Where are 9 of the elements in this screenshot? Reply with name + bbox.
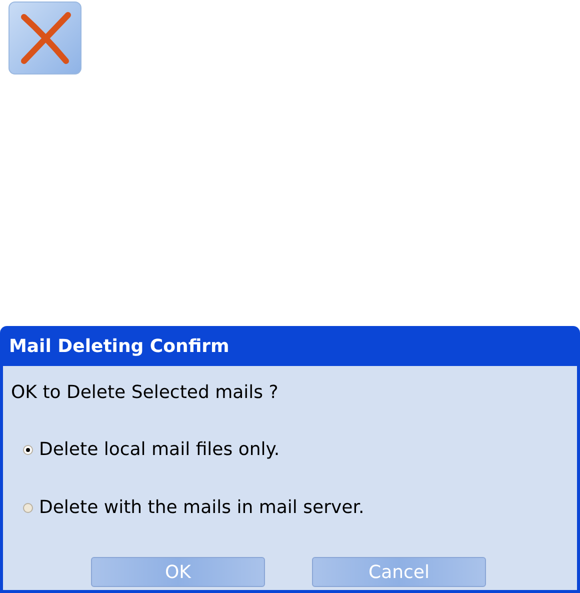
- radio-button[interactable]: [23, 444, 33, 454]
- radio-button[interactable]: [23, 502, 33, 512]
- window-title: Mail Deleting Confirm: [8, 334, 230, 358]
- close-icon[interactable]: [8, 1, 82, 75]
- question-text: OK to Delete Selected mails ?: [11, 381, 280, 405]
- option-label: Delete local mail files only.: [39, 438, 280, 462]
- dialog-button[interactable]: OK: [91, 557, 265, 587]
- option-label: Delete with the mails in mail server.: [39, 496, 364, 520]
- dialog-button[interactable]: Cancel: [312, 557, 486, 587]
